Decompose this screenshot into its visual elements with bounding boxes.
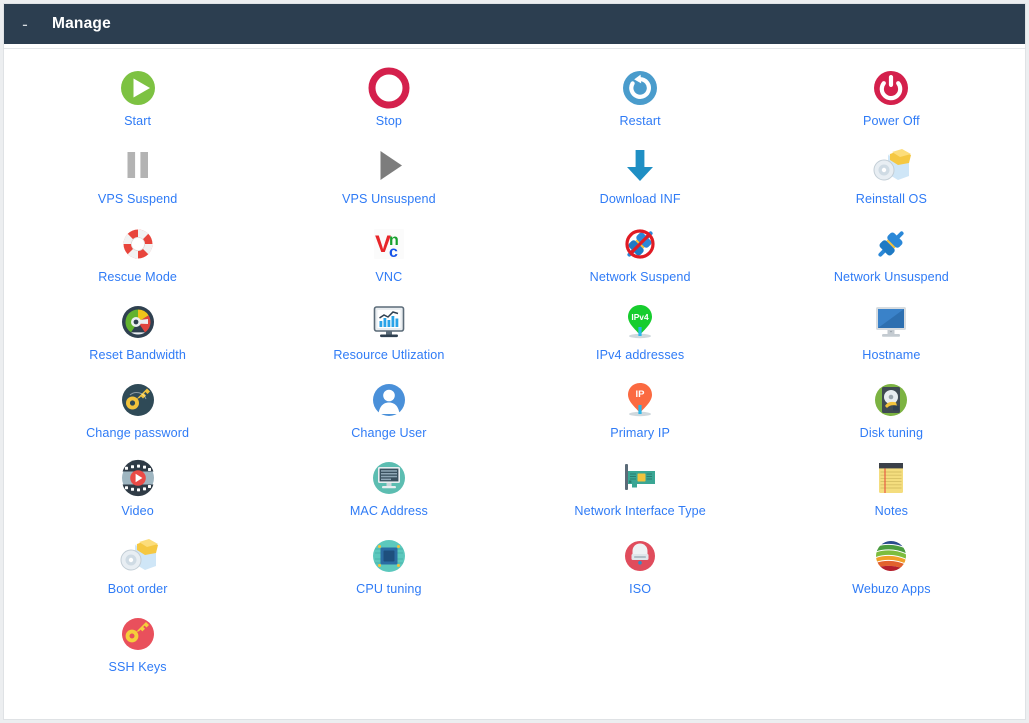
action-tile-label: CPU tuning <box>356 582 422 596</box>
action-tile-label: Reinstall OS <box>855 192 927 206</box>
action-tile-reinstall-os[interactable]: Reinstall OS <box>766 141 1017 219</box>
action-tile-label: Primary IP <box>610 426 671 440</box>
action-tile-label: Start <box>124 114 152 128</box>
ipv4-map-pin-icon: IPv4 <box>617 299 663 345</box>
action-tile-notes[interactable]: Notes <box>766 453 1017 531</box>
action-tile-video[interactable]: Video <box>12 453 263 531</box>
network-card-icon <box>617 455 663 501</box>
notepad-yellow-icon <box>868 455 914 501</box>
action-tile-ssh-keys[interactable]: SSH Keys <box>12 609 263 687</box>
action-tile-ipv4-addresses[interactable]: IPv4 IPv4 addresses <box>515 297 766 375</box>
action-tile-label: Download INF <box>599 192 681 206</box>
action-tile-network-interface-type[interactable]: Network Interface Type <box>515 453 766 531</box>
iso-disc-drive-red-icon <box>617 533 663 579</box>
speedometer-icon <box>115 299 161 345</box>
svg-text:IP: IP <box>636 389 646 400</box>
action-tile-label: Restart <box>619 114 661 128</box>
action-tile-change-password[interactable]: Change password <box>12 375 263 453</box>
action-tile-rescue-mode[interactable]: Rescue Mode <box>12 219 263 297</box>
restart-circle-blue-icon <box>617 65 663 111</box>
plug-disabled-icon <box>617 221 663 267</box>
action-tile-label: Stop <box>375 114 403 128</box>
action-tile-label: IPv4 addresses <box>596 348 685 362</box>
action-tile-label: Rescue Mode <box>98 270 178 284</box>
svg-text:IPv4: IPv4 <box>632 312 650 322</box>
action-tile-mac-address[interactable]: MAC Address <box>263 453 514 531</box>
download-arrow-blue-icon <box>617 143 663 189</box>
power-circle-red-icon <box>868 65 914 111</box>
play-circle-green-icon <box>115 65 161 111</box>
pause-grey-icon <box>115 143 161 189</box>
vnc-logo-icon: Vnc <box>366 221 412 267</box>
action-tile-label: SSH Keys <box>108 660 167 674</box>
action-tile-label: VPS Suspend <box>97 192 178 206</box>
action-tile-cpu-tuning[interactable]: CPU tuning <box>263 531 514 609</box>
action-tile-label: Video <box>121 504 154 518</box>
svg-text:c: c <box>389 244 398 261</box>
action-tile-primary-ip[interactable]: IP Primary IP <box>515 375 766 453</box>
collapse-panel-button[interactable]: - <box>14 13 36 35</box>
action-tile-label: Hostname <box>862 348 921 362</box>
action-tile-label: Change User <box>351 426 427 440</box>
action-tile-label: Resource Utlization <box>333 348 445 362</box>
lifebuoy-icon <box>115 221 161 267</box>
action-tile-network-unsuspend[interactable]: Network Unsuspend <box>766 219 1017 297</box>
page-title: Manage <box>52 15 111 32</box>
action-tile-hostname[interactable]: Hostname <box>766 297 1017 375</box>
manage-panel: - Manage Start Stop Restart Power Off VPS Su… <box>3 3 1026 720</box>
action-tile-reset-bandwidth[interactable]: Reset Bandwidth <box>12 297 263 375</box>
monitor-chart-icon <box>366 299 412 345</box>
action-tile-label: Reset Bandwidth <box>89 348 186 362</box>
disc-folder-icon <box>868 143 914 189</box>
user-circle-blue-icon <box>366 377 412 423</box>
cpu-chip-circle-icon <box>366 533 412 579</box>
plug-connected-icon <box>868 221 914 267</box>
action-tile-disk-tuning[interactable]: Disk tuning <box>766 375 1017 453</box>
action-tile-label: VNC <box>375 270 403 284</box>
action-tile-network-suspend[interactable]: Network Suspend <box>515 219 766 297</box>
action-tile-label: Change password <box>86 426 190 440</box>
action-tile-vps-unsuspend[interactable]: VPS Unsuspend <box>263 141 514 219</box>
film-play-icon <box>115 455 161 501</box>
disc-folder-icon <box>115 533 161 579</box>
action-tile-label: MAC Address <box>349 504 428 518</box>
action-tile-label: Network Interface Type <box>574 504 706 518</box>
key-red-circle-icon <box>115 611 161 657</box>
action-tile-label: VPS Unsuspend <box>342 192 436 206</box>
action-tile-label: Notes <box>874 504 909 518</box>
action-tile-label: Disk tuning <box>859 426 924 440</box>
monitor-teal-circle-icon <box>366 455 412 501</box>
play-triangle-grey-icon <box>366 143 412 189</box>
action-tile-boot-order[interactable]: Boot order <box>12 531 263 609</box>
action-tile-label: ISO <box>629 582 652 596</box>
action-tile-label: Boot order <box>107 582 168 596</box>
action-tile-label: Webuzo Apps <box>852 582 931 596</box>
action-tile-label: Network Unsuspend <box>833 270 949 284</box>
action-tile-stop[interactable]: Stop <box>263 63 514 141</box>
action-tile-iso[interactable]: ISO <box>515 531 766 609</box>
action-tile-download-inf[interactable]: Download INF <box>515 141 766 219</box>
stop-circle-red-icon <box>366 65 412 111</box>
monitor-blue-icon <box>868 299 914 345</box>
manage-action-grid: Start Stop Restart Power Off VPS Suspend VPS … <box>4 49 1025 719</box>
action-tile-restart[interactable]: Restart <box>515 63 766 141</box>
action-tile-resource-utlization[interactable]: Resource Utlization <box>263 297 514 375</box>
action-tile-label: Network Suspend <box>589 270 691 284</box>
action-tile-change-user[interactable]: Change User <box>263 375 514 453</box>
ip-map-pin-icon: IP <box>617 377 663 423</box>
action-tile-vnc[interactable]: Vn c VNC <box>263 219 514 297</box>
harddisk-green-circle-icon <box>868 377 914 423</box>
action-tile-power-off[interactable]: Power Off <box>766 63 1017 141</box>
action-tile-webuzo-apps[interactable]: Webuzo Apps <box>766 531 1017 609</box>
key-dark-circle-icon <box>115 377 161 423</box>
action-tile-vps-suspend[interactable]: VPS Suspend <box>12 141 263 219</box>
webuzo-globe-icon <box>868 533 914 579</box>
action-tile-start[interactable]: Start <box>12 63 263 141</box>
action-tile-label: Power Off <box>863 114 920 128</box>
panel-header: - Manage <box>4 4 1025 44</box>
